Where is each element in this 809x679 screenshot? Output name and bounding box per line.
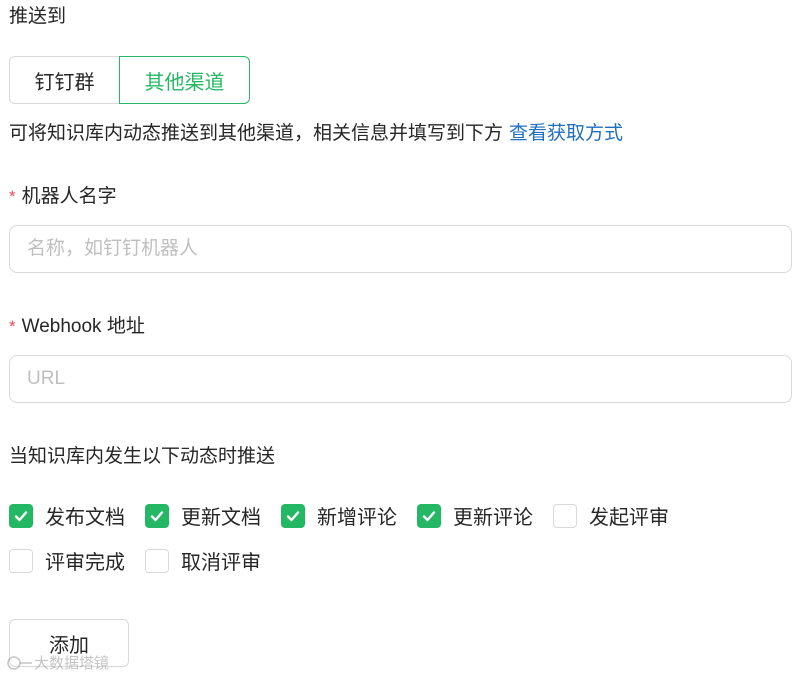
description-text: 可将知识库内动态推送到其他渠道，相关信息并填写到下方 [9,123,504,144]
webhook-url-input[interactable] [9,355,792,403]
checkbox-label: 发布文档 [45,507,125,529]
checkbox-label: 发起评审 [589,507,669,529]
event-checkbox-start-review[interactable]: 发起评审 [553,501,669,530]
checkbox-box[interactable] [553,503,577,528]
checkbox-label: 评审完成 [45,552,125,574]
push-description: 可将知识库内动态推送到其他渠道，相关信息并填写到下方 查看获取方式 [9,120,623,148]
channel-option-dingtalk[interactable]: 钉钉群 [9,56,119,104]
checkbox-box[interactable] [145,503,169,528]
watermark-logo-icon [7,655,32,670]
channel-segmented-control: 钉钉群 其他渠道 [9,56,250,104]
check-icon [286,510,300,521]
event-checkbox-row-2: 评审完成 取消评审 [9,546,281,575]
robot-name-label: * 机器人名字 [9,184,117,210]
event-checkbox-update-comment[interactable]: 更新评论 [417,501,533,530]
webhook-label: * Webhook 地址 [9,314,145,340]
event-checkbox-cancel-review[interactable]: 取消评审 [145,546,261,575]
check-icon [150,510,164,521]
required-asterisk: * [9,187,16,206]
checkbox-box[interactable] [281,503,305,528]
robot-name-label-text: 机器人名字 [21,186,117,207]
event-checkbox-update-doc[interactable]: 更新文档 [145,501,261,530]
event-checkbox-new-comment[interactable]: 新增评论 [281,501,397,530]
check-icon [422,510,436,521]
event-checkbox-review-complete[interactable]: 评审完成 [9,546,125,575]
checkbox-label: 更新文档 [181,507,261,529]
checkbox-box[interactable] [145,548,169,573]
checkbox-box[interactable] [9,548,33,573]
webhook-label-text: Webhook 地址 [21,316,145,337]
check-icon [14,510,28,521]
event-checkbox-row-1: 发布文档 更新文档 新增评论 更新评论 发起评审 [9,501,689,530]
channel-option-other[interactable]: 其他渠道 [119,56,250,104]
checkbox-box[interactable] [417,503,441,528]
push-to-label: 推送到 [9,6,67,27]
event-checkbox-publish-doc[interactable]: 发布文档 [9,501,125,530]
view-method-link[interactable]: 查看获取方式 [509,123,623,144]
checkbox-label: 更新评论 [453,507,533,529]
checkbox-label: 取消评审 [181,552,261,574]
checkbox-label: 新增评论 [317,507,397,529]
watermark-text: 大数据塔镜 [34,655,110,672]
robot-name-input[interactable] [9,225,792,273]
push-settings-form: 推送到 钉钉群 其他渠道 可将知识库内动态推送到其他渠道，相关信息并填写到下方查… [0,0,809,679]
events-label: 当知识库内发生以下动态时推送 [9,446,276,467]
required-asterisk: * [9,317,16,336]
watermark: 大数据塔镜 [6,652,109,673]
checkbox-box[interactable] [9,503,33,528]
